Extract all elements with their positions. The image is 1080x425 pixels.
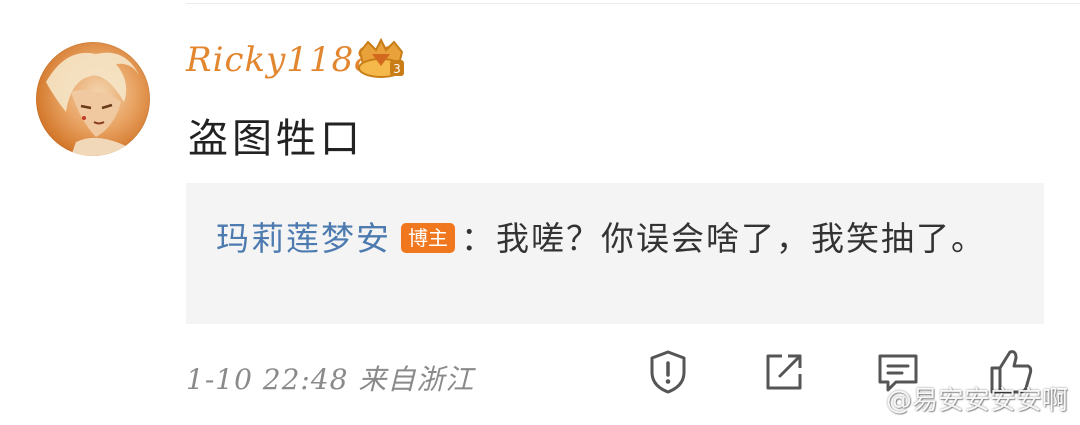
timestamp: 1-10 22:48: [186, 363, 349, 396]
svg-text:3: 3: [393, 62, 401, 76]
top-divider: [186, 3, 1080, 4]
reply-author[interactable]: 玛莉莲梦安: [216, 219, 391, 258]
comment-text: 盗图牲口: [188, 116, 364, 162]
comment-meta: 1-10 22:48 来自浙江: [186, 358, 474, 398]
blogger-badge: 博主: [401, 223, 455, 253]
reply-line: 玛莉莲梦安 博主 ：我嗟？你误会啥了，我笑抽了。: [216, 211, 996, 267]
watermark: @易安安安安啊: [885, 386, 1068, 416]
reply-text: 我嗟？你误会啥了，我笑抽了。: [496, 219, 986, 258]
share-button[interactable]: [760, 348, 808, 396]
avatar[interactable]: [36, 42, 150, 156]
location: 来自浙江: [358, 363, 475, 396]
reply-separator: ：: [461, 219, 496, 258]
reply-box[interactable]: 玛莉莲梦安 博主 ：我嗟？你误会啥了，我笑抽了。: [186, 183, 1044, 324]
report-button[interactable]: [644, 348, 692, 396]
shield-exclamation-icon: [650, 350, 686, 394]
level-crown-icon[interactable]: 3: [354, 37, 408, 82]
share-icon: [766, 354, 802, 390]
avatar-image: [46, 52, 140, 156]
